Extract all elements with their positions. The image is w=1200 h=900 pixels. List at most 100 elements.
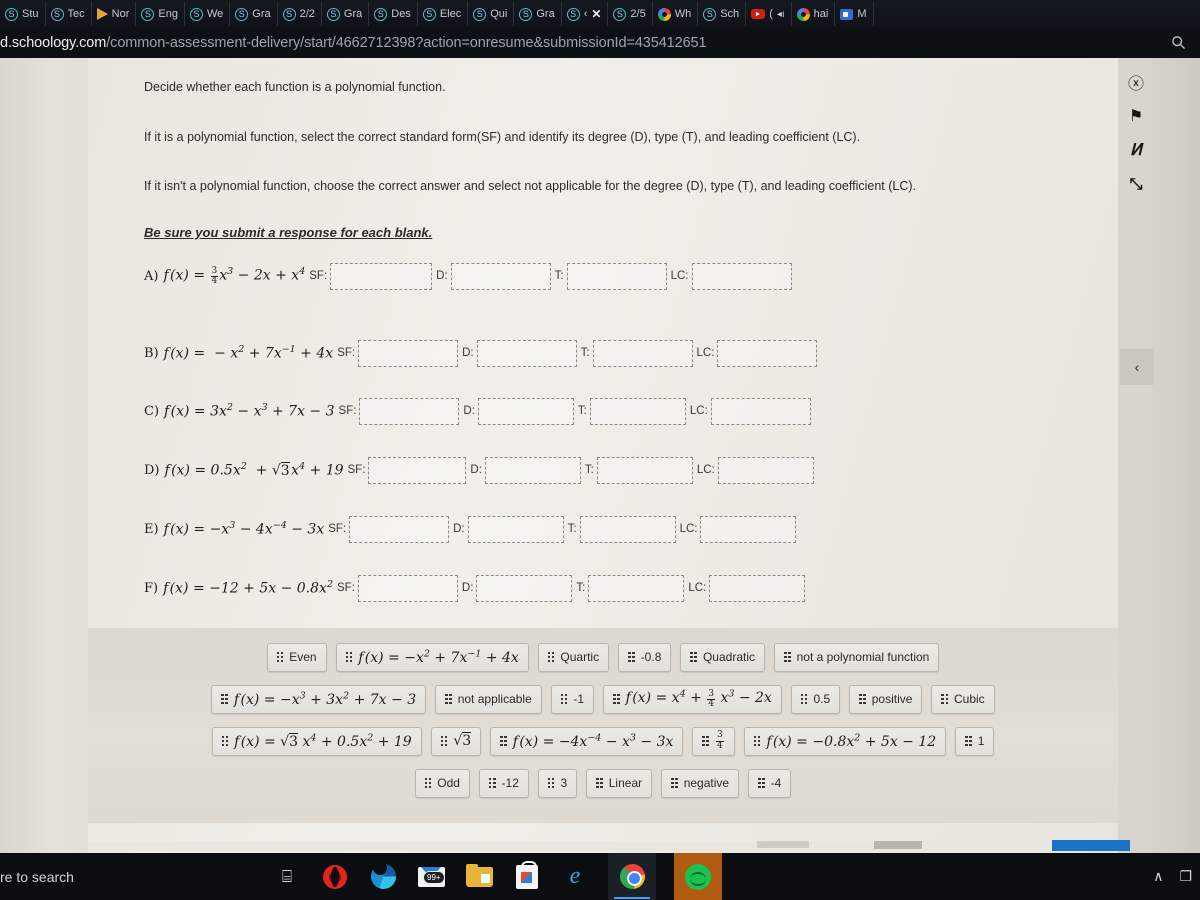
internet-explorer-icon[interactable]: e <box>560 862 590 892</box>
collapse-rail-button[interactable]: ‹ <box>1120 349 1154 385</box>
drag-handle-icon[interactable] <box>758 777 765 789</box>
browser-tab[interactable]: S Sch <box>698 2 747 26</box>
blank-d-b[interactable] <box>476 339 577 367</box>
answer-tile[interactable]: f (x) = −0.8x2 + 5x − 12 <box>743 726 947 756</box>
close-icon[interactable]: ✕ <box>591 7 601 21</box>
drag-handle-icon[interactable] <box>488 777 496 789</box>
task-view-icon[interactable]: ⌸ <box>272 862 302 892</box>
browser-tab[interactable]: S Gra <box>514 2 562 26</box>
blank-sf-e[interactable] <box>349 515 450 543</box>
answer-tile[interactable]: -4 <box>748 768 792 798</box>
answer-tile[interactable]: -1 <box>550 684 595 714</box>
search-icon[interactable] <box>1171 35 1186 50</box>
drag-handle-icon[interactable] <box>628 651 635 663</box>
taskbar-search-text[interactable]: re to search <box>0 869 262 885</box>
answer-tile[interactable]: 1 <box>955 726 995 756</box>
browser-tab[interactable]: S Elec <box>418 2 469 26</box>
drag-handle-icon[interactable] <box>613 693 620 705</box>
spotify-icon[interactable] <box>674 853 722 900</box>
browser-tab[interactable]: Nor <box>92 2 137 26</box>
answer-tile[interactable]: Quartic <box>537 642 610 672</box>
blank-d-f[interactable] <box>476 574 573 602</box>
chrome-icon[interactable] <box>608 853 656 900</box>
drag-handle-icon[interactable] <box>440 735 448 747</box>
drag-handle-icon[interactable] <box>941 693 948 705</box>
blank-d-d[interactable] <box>484 456 581 484</box>
answer-tile[interactable]: negative <box>661 768 740 798</box>
tab-audio-icon[interactable]: ◂ı <box>777 9 785 20</box>
browser-tab[interactable]: Wh <box>653 2 699 26</box>
browser-tab[interactable]: S 2/2 <box>278 2 322 26</box>
drag-handle-icon[interactable] <box>221 693 228 705</box>
blank-sf-c[interactable] <box>359 397 460 425</box>
microsoft-store-icon[interactable] <box>512 860 542 892</box>
drag-handle-icon[interactable] <box>547 651 555 663</box>
drag-handle-icon[interactable] <box>221 735 229 747</box>
blank-t-b[interactable] <box>592 339 693 367</box>
answer-tile[interactable]: √3 <box>430 726 482 756</box>
answer-tile[interactable]: Odd <box>414 768 470 798</box>
accessibility-icon[interactable]: ⓧ <box>1126 72 1146 93</box>
drag-handle-icon[interactable] <box>445 693 452 705</box>
answer-tile[interactable]: f (x) = √3 x4 + 0.5x2 + 19 <box>211 726 422 756</box>
blank-t-c[interactable] <box>589 397 686 425</box>
blank-sf-b[interactable] <box>358 339 459 367</box>
blank-lc-f[interactable] <box>709 574 806 602</box>
blank-sf-f[interactable] <box>357 574 458 602</box>
blank-sf-d[interactable] <box>368 456 467 484</box>
drag-handle-icon[interactable] <box>560 693 568 705</box>
drag-handle-icon[interactable] <box>276 651 284 663</box>
answer-tile[interactable]: Even <box>266 642 327 672</box>
flag-icon[interactable]: ⚑ <box>1126 106 1146 126</box>
blank-t-a[interactable] <box>566 262 667 290</box>
blank-t-e[interactable] <box>579 515 676 543</box>
blank-lc-d[interactable] <box>717 456 814 484</box>
drag-handle-icon[interactable] <box>859 693 866 705</box>
browser-tab[interactable]: hai <box>792 2 836 26</box>
drag-handle-icon[interactable] <box>965 735 972 747</box>
answer-tile[interactable]: 3 <box>537 768 578 798</box>
strikethrough-pencil-icon[interactable]: Ͷ <box>1126 140 1146 160</box>
browser-tab[interactable]: S Qui <box>468 2 515 26</box>
browser-tab[interactable]: S 2/5 <box>608 2 653 26</box>
blank-lc-e[interactable] <box>700 515 797 543</box>
browser-tab[interactable]: S Tec <box>46 2 92 26</box>
browser-address-bar[interactable]: d.schoology.com/common-assessment-delive… <box>0 28 1200 58</box>
answer-tile[interactable]: not applicable <box>435 684 542 714</box>
blank-lc-a[interactable] <box>691 262 792 290</box>
blank-lc-b[interactable] <box>717 339 818 367</box>
file-explorer-icon[interactable] <box>464 862 494 892</box>
opera-icon[interactable] <box>320 862 350 892</box>
answer-tile[interactable]: positive <box>849 684 923 714</box>
browser-tab-strip[interactable]: S Stu S Tec Nor S Eng S We S Gra S 2/2 S Gra S Des S Elec S… <box>0 0 1200 28</box>
answer-tile[interactable]: -12 <box>478 768 529 798</box>
tray-device-icon[interactable]: ❐ <box>1179 868 1192 885</box>
answer-tile[interactable]: not a polynomial function <box>774 642 940 672</box>
blank-t-d[interactable] <box>596 456 693 484</box>
browser-tab[interactable]: S Des <box>369 2 418 26</box>
blank-t-f[interactable] <box>588 574 685 602</box>
blank-sf-a[interactable] <box>330 262 433 290</box>
drag-handle-icon[interactable] <box>596 777 603 789</box>
drag-handle-icon[interactable] <box>690 651 697 663</box>
drag-handle-icon[interactable] <box>671 777 678 789</box>
drag-handle-icon[interactable] <box>784 651 791 663</box>
browser-tab[interactable]: (◂ı <box>746 2 792 26</box>
answer-tile[interactable]: Cubic <box>931 684 995 714</box>
answer-tile[interactable]: 0.5 <box>790 684 841 714</box>
drag-handle-icon[interactable] <box>500 735 507 747</box>
browser-tab[interactable]: S Gra <box>322 2 370 26</box>
horizontal-scrollbar[interactable] <box>88 842 1118 851</box>
blank-d-c[interactable] <box>477 397 574 425</box>
drag-handle-icon[interactable] <box>753 735 761 747</box>
browser-tab[interactable]: S We <box>185 2 231 26</box>
browser-tab[interactable]: S Gra <box>230 2 278 26</box>
browser-tab[interactable]: S Stu <box>0 2 46 26</box>
browser-tab[interactable]: S ‹ ✕ <box>562 2 609 26</box>
answer-tile[interactable]: f (x) = −x2 + 7x−1 + 4x <box>335 642 529 672</box>
edge-icon[interactable] <box>368 861 398 892</box>
mail-icon[interactable]: 99+ <box>416 862 446 892</box>
drag-handle-icon[interactable] <box>800 693 808 705</box>
answer-tile[interactable]: Quadratic <box>680 642 765 672</box>
drag-handle-icon[interactable] <box>547 777 555 789</box>
